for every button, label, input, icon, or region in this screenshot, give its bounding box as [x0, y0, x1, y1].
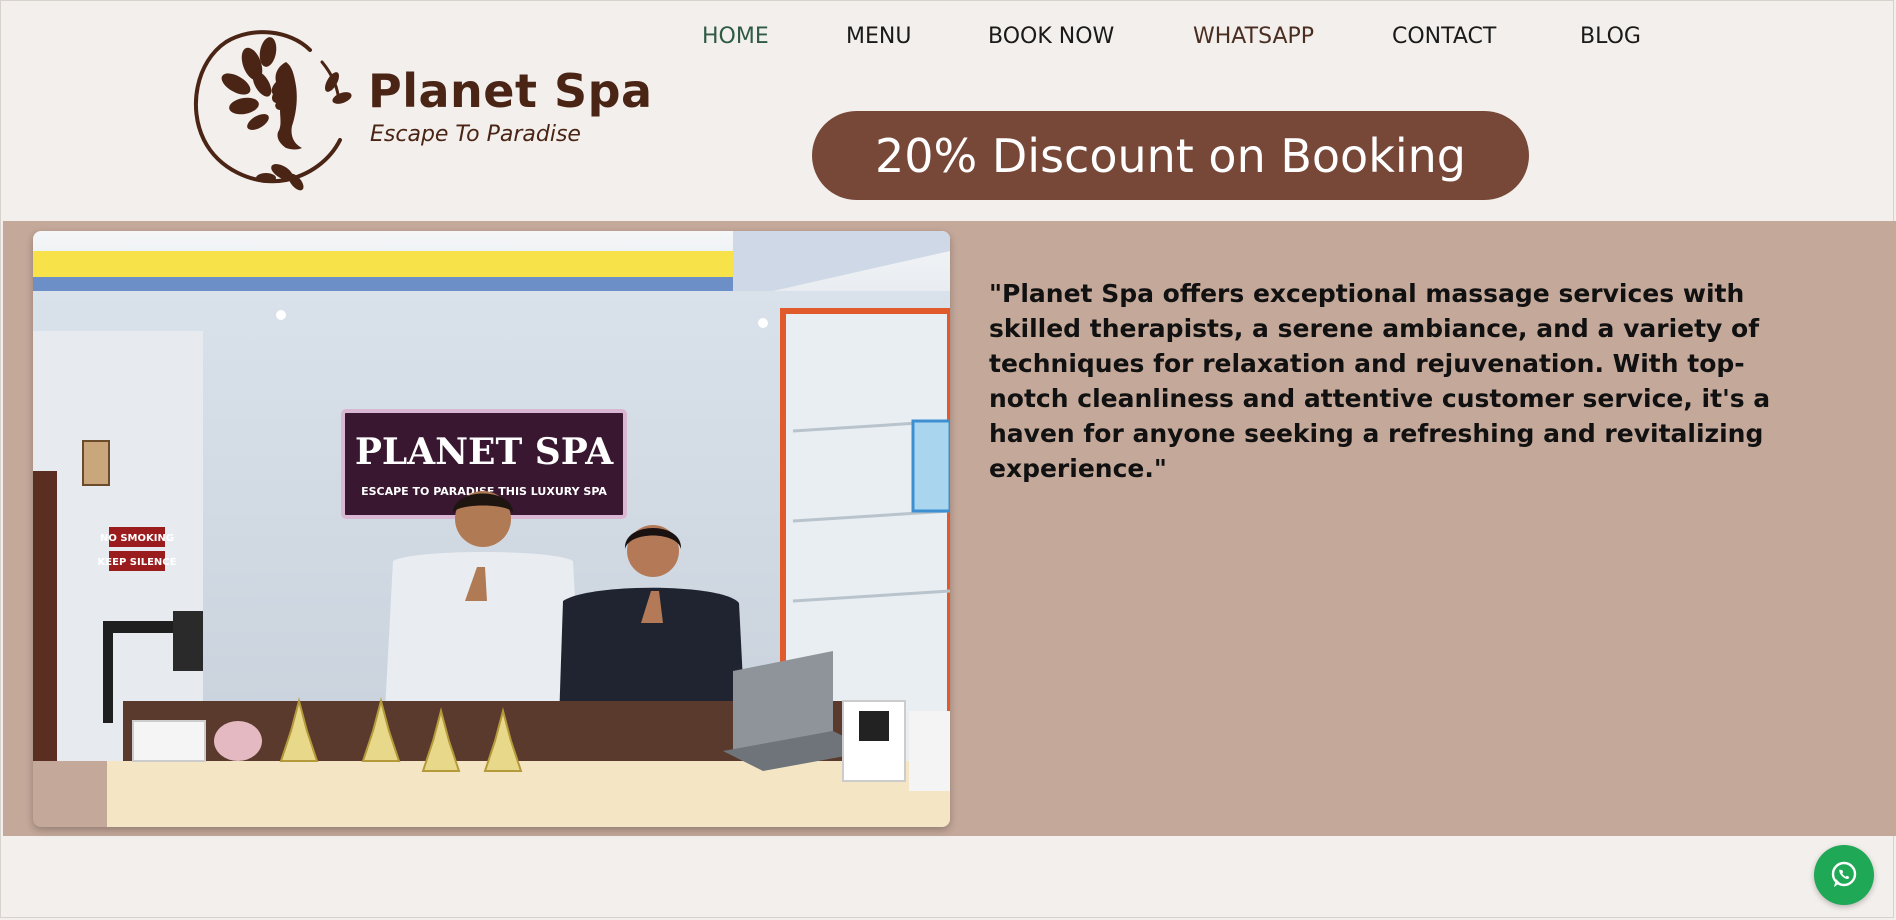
reception-photo: NO SMOKING KEEP SILENCE PLANET SPA ESCAP… [33, 231, 950, 827]
nav-blog[interactable]: BLOG [1580, 24, 1641, 49]
nav-menu[interactable]: MENU [846, 24, 911, 49]
nav-home[interactable]: HOME [702, 24, 769, 49]
discount-banner[interactable]: 20% Discount on Booking [812, 111, 1529, 200]
nav-book-now[interactable]: BOOK NOW [988, 24, 1114, 49]
reception-photo-art: NO SMOKING KEEP SILENCE PLANET SPA ESCAP… [33, 231, 950, 827]
brand-name[interactable]: Planet Spa [368, 64, 653, 118]
brand-tagline: Escape To Paradise [370, 122, 581, 147]
site-header: Planet Spa Escape To Paradise HOME MENU … [0, 0, 1896, 221]
whatsapp-icon [1831, 861, 1857, 887]
main-nav: HOME MENU BOOK NOW WHATSAPP CONTACT BLOG [0, 24, 1896, 54]
nav-contact[interactable]: CONTACT [1392, 24, 1496, 49]
keep-silence-sign: KEEP SILENCE [98, 557, 177, 568]
testimonial-quote: "Planet Spa offers exceptional massage s… [989, 279, 1771, 483]
whatsapp-float-button[interactable] [1814, 845, 1874, 905]
nav-whatsapp[interactable]: WHATSAPP [1193, 24, 1314, 49]
about-section: NO SMOKING KEEP SILENCE PLANET SPA ESCAP… [3, 221, 1896, 836]
photo-sign-title: PLANET SPA [355, 431, 614, 473]
footer-space [0, 836, 1896, 920]
no-smoking-sign: NO SMOKING [100, 533, 174, 544]
